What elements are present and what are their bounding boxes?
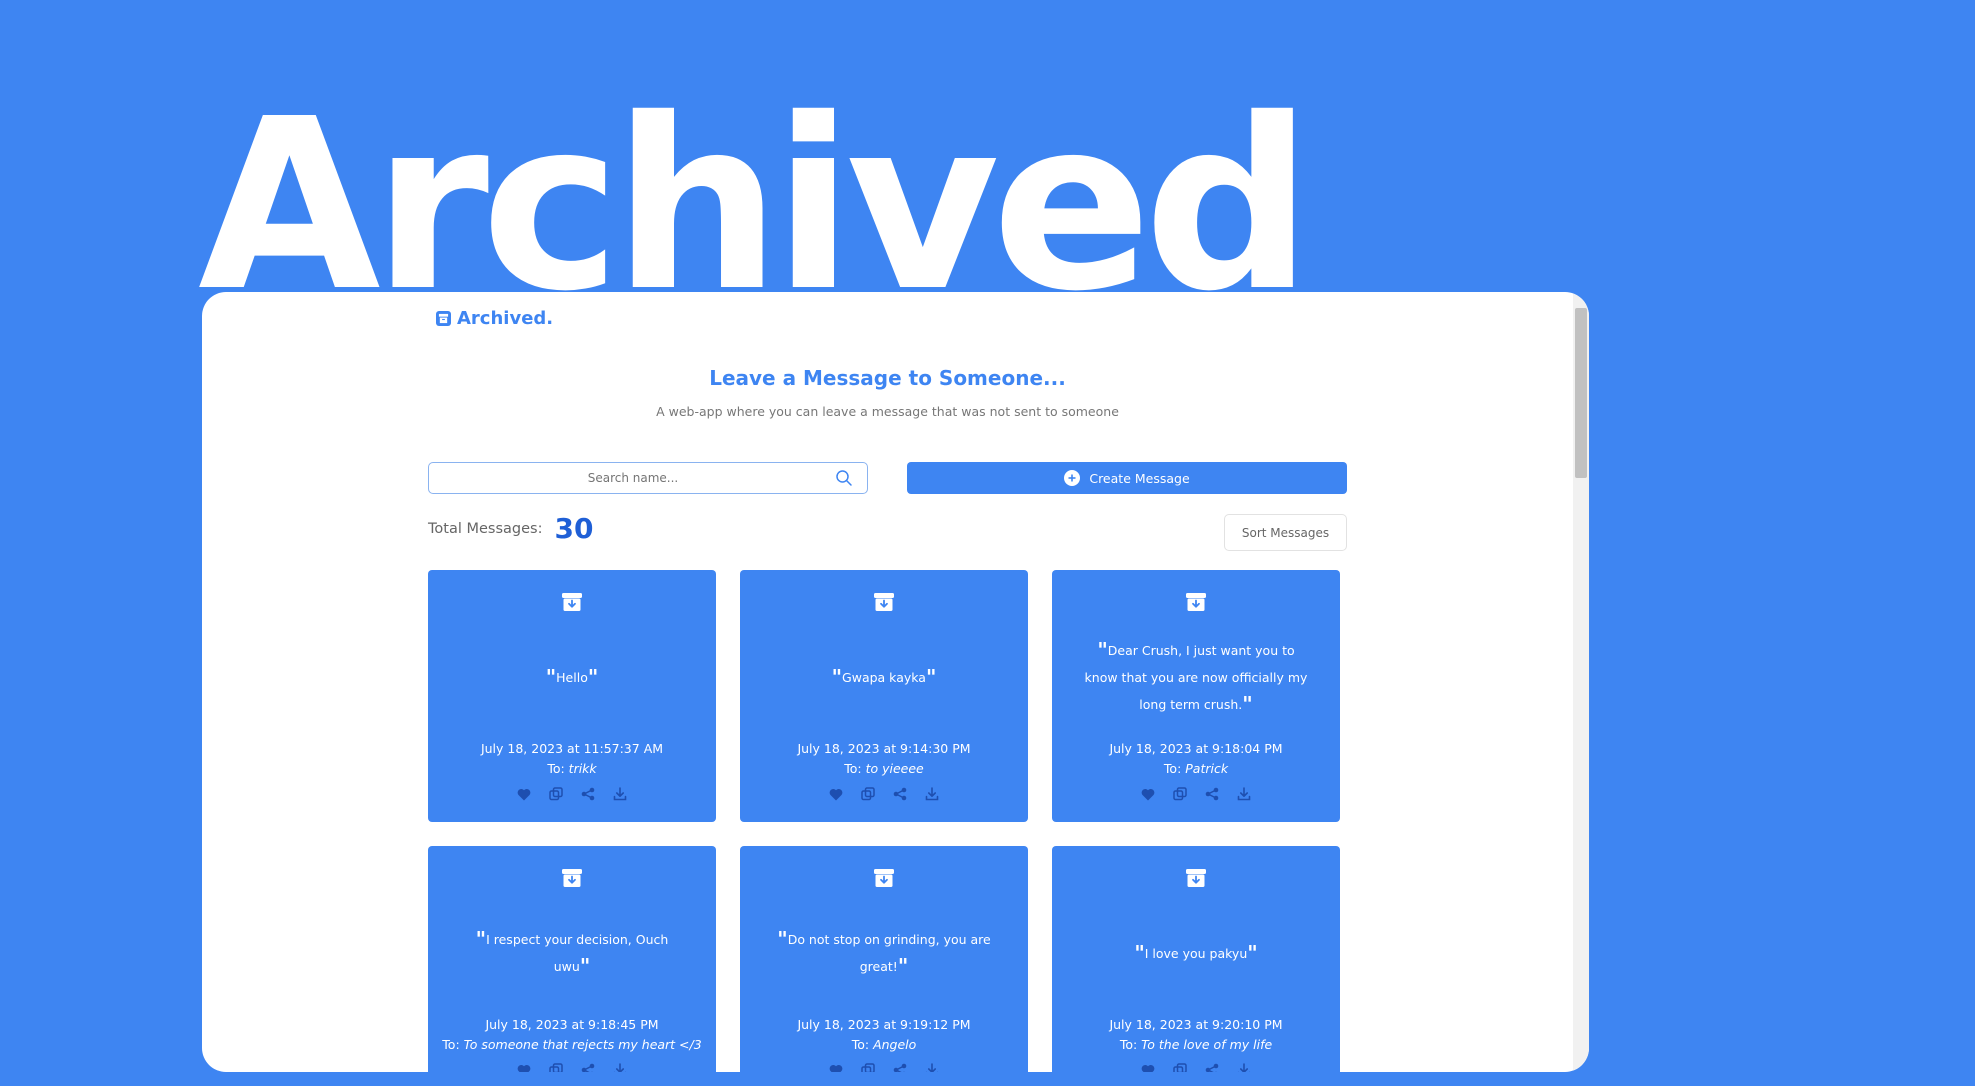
download-icon[interactable] xyxy=(924,1062,940,1072)
heart-icon[interactable] xyxy=(828,786,844,802)
share-icon[interactable] xyxy=(1204,786,1220,802)
download-icon[interactable] xyxy=(612,1062,628,1072)
total-messages: Total Messages: 30 xyxy=(428,512,593,545)
search-input[interactable] xyxy=(429,463,867,493)
app-window: Archived. Leave a Message to Someone... … xyxy=(202,292,1589,1072)
share-icon[interactable] xyxy=(1204,1062,1220,1072)
card-date: July 18, 2023 at 9:18:04 PM xyxy=(1109,741,1283,756)
card-recipient: To: to yieeee xyxy=(844,761,924,776)
message-grid: "Hello" July 18, 2023 at 11:57:37 AM To:… xyxy=(428,570,1348,1072)
hero-title: Archived xyxy=(198,68,1313,343)
archive-download-icon[interactable] xyxy=(873,592,895,612)
archive-download-icon[interactable] xyxy=(873,868,895,888)
download-icon[interactable] xyxy=(1236,1062,1252,1072)
card-recipient: To: trikk xyxy=(547,761,597,776)
total-messages-count: 30 xyxy=(554,512,594,545)
page-title: Leave a Message to Someone... xyxy=(709,366,1066,390)
card-recipient: To: To someone that rejects my heart </3 xyxy=(442,1037,702,1052)
message-card[interactable]: "I love you pakyu" July 18, 2023 at 9:20… xyxy=(1052,846,1340,1072)
heart-icon[interactable] xyxy=(1140,1062,1156,1072)
download-icon[interactable] xyxy=(1236,786,1252,802)
card-recipient: To: Angelo xyxy=(851,1037,917,1052)
download-icon[interactable] xyxy=(612,786,628,802)
card-actions xyxy=(740,1062,1028,1072)
copy-icon[interactable] xyxy=(1172,1062,1188,1072)
scrollbar[interactable] xyxy=(1573,292,1589,1072)
archive-download-icon[interactable] xyxy=(561,592,583,612)
copy-icon[interactable] xyxy=(860,1062,876,1072)
card-actions xyxy=(1052,786,1340,802)
card-date: July 18, 2023 at 9:20:10 PM xyxy=(1109,1017,1283,1032)
card-actions xyxy=(1052,1062,1340,1072)
share-icon[interactable] xyxy=(580,1062,596,1072)
download-icon[interactable] xyxy=(924,786,940,802)
share-icon[interactable] xyxy=(892,1062,908,1072)
plus-circle-icon xyxy=(1064,470,1081,486)
card-actions xyxy=(740,786,1028,802)
message-card[interactable]: "Do not stop on grinding, you are great!… xyxy=(740,846,1028,1072)
card-message: "Gwapa kayka" xyxy=(831,664,937,689)
card-actions xyxy=(428,786,716,802)
card-message: "Dear Crush, I just want you to know tha… xyxy=(1084,637,1308,716)
card-recipient: To: Patrick xyxy=(1163,761,1229,776)
scroll-thumb[interactable] xyxy=(1575,308,1587,478)
copy-icon[interactable] xyxy=(860,786,876,802)
page-subtitle: A web-app where you can leave a message … xyxy=(656,404,1119,419)
card-message: "I respect your decision, Ouch uwu" xyxy=(475,927,669,978)
card-message: "Hello" xyxy=(545,664,599,689)
create-message-label: Create Message xyxy=(1089,470,1190,486)
search-icon[interactable] xyxy=(835,469,853,491)
card-date: July 18, 2023 at 9:18:45 PM xyxy=(485,1017,659,1032)
heart-icon[interactable] xyxy=(828,1062,844,1072)
card-date: July 18, 2023 at 9:14:30 PM xyxy=(797,741,971,756)
archive-download-icon[interactable] xyxy=(1185,592,1207,612)
total-messages-label: Total Messages: xyxy=(428,520,543,537)
message-card[interactable]: "Gwapa kayka" July 18, 2023 at 9:14:30 P… xyxy=(740,570,1028,822)
app-brand[interactable]: Archived. xyxy=(436,308,553,329)
card-message: "Do not stop on grinding, you are great!… xyxy=(777,927,991,978)
search-field[interactable] xyxy=(428,462,868,494)
card-recipient: To: To the love of my life xyxy=(1119,1037,1273,1052)
card-date: July 18, 2023 at 11:57:37 AM xyxy=(480,741,664,756)
share-icon[interactable] xyxy=(892,786,908,802)
brand-label: Archived. xyxy=(457,308,554,329)
card-message: "I love you pakyu" xyxy=(1134,940,1258,965)
heart-icon[interactable] xyxy=(516,786,532,802)
message-card[interactable]: "Dear Crush, I just want you to know tha… xyxy=(1052,570,1340,822)
copy-icon[interactable] xyxy=(1172,786,1188,802)
copy-icon[interactable] xyxy=(548,1062,564,1072)
sort-messages-button[interactable]: Sort Messages xyxy=(1224,514,1347,551)
card-actions xyxy=(428,1062,716,1072)
heart-icon[interactable] xyxy=(1140,786,1156,802)
share-icon[interactable] xyxy=(580,786,596,802)
copy-icon[interactable] xyxy=(548,786,564,802)
create-message-button[interactable]: Create Message xyxy=(907,462,1347,494)
archive-download-icon[interactable] xyxy=(561,868,583,888)
message-card[interactable]: "Hello" July 18, 2023 at 11:57:37 AM To:… xyxy=(428,570,716,822)
message-card[interactable]: "I respect your decision, Ouch uwu" July… xyxy=(428,846,716,1072)
archive-download-icon[interactable] xyxy=(1185,868,1207,888)
archive-box-icon xyxy=(436,311,451,326)
heart-icon[interactable] xyxy=(516,1062,532,1072)
card-date: July 18, 2023 at 9:19:12 PM xyxy=(797,1017,971,1032)
